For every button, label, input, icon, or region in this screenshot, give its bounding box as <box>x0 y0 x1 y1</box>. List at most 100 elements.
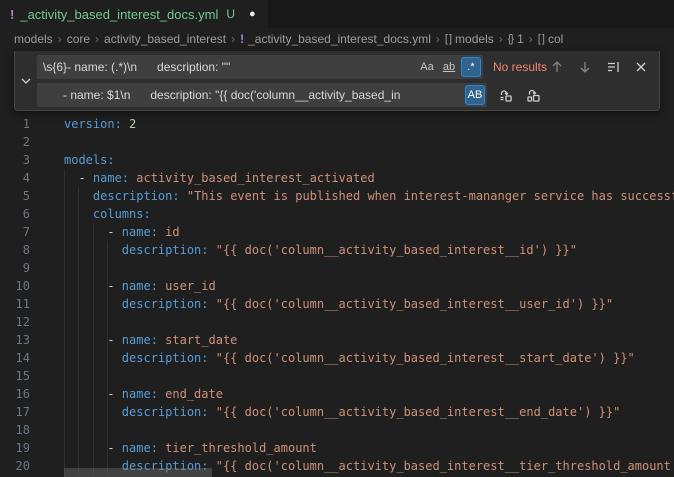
toggle-replace-button[interactable] <box>15 55 37 107</box>
object-symbol-icon: {} <box>508 33 513 45</box>
code-line[interactable]: 17 description: "{{ doc('column__activit… <box>0 403 674 421</box>
code-line[interactable]: 19 - name: tier_threshold_amount <box>0 439 674 457</box>
find-results-count: No results <box>493 60 547 74</box>
find-input[interactable]: \s{6}- name: (.*)\n description: "" Aa a… <box>37 55 483 79</box>
breadcrumb-item-symbol-models[interactable]: [ ] models <box>445 32 494 46</box>
code-line-text: - name: end_date <box>64 387 223 401</box>
line-number[interactable]: 19 <box>0 439 30 457</box>
replace-input[interactable]: - name: $1\n description: "{{ doc('colum… <box>37 83 487 107</box>
editor-code-area[interactable]: 1 version: 2 23 models: 4 - name: activity_b… <box>0 115 674 475</box>
git-untracked-badge: U <box>226 7 235 21</box>
line-number[interactable]: 18 <box>0 421 30 439</box>
breadcrumb-item-symbol-1[interactable]: {} 1 <box>508 32 524 46</box>
preserve-case-toggle[interactable]: AB <box>465 85 485 105</box>
replace-value-text: - name: $1\n description: "{{ doc('colum… <box>43 88 463 102</box>
code-line[interactable]: 6 columns: <box>0 205 674 223</box>
line-number[interactable]: 6 <box>0 205 30 223</box>
breadcrumb-label: _activity_based_interest_docs.yml <box>248 32 431 46</box>
breadcrumb-item-symbol-columns[interactable]: [ ] col <box>538 32 564 46</box>
line-number[interactable]: 14 <box>0 349 30 367</box>
line-number[interactable]: 15 <box>0 367 30 385</box>
breadcrumb-item-models[interactable]: models <box>14 32 53 46</box>
code-line[interactable]: 16 - name: end_date <box>0 385 674 403</box>
code-line[interactable]: 11 description: "{{ doc('column__activit… <box>0 295 674 313</box>
code-line[interactable]: 13 - name: start_date <box>0 331 674 349</box>
yaml-file-icon: ! <box>10 7 14 22</box>
breadcrumb-item-file[interactable]: ! _activity_based_interest_docs.yml <box>240 32 431 46</box>
code-line[interactable]: 14 description: "{{ doc('column__activit… <box>0 349 674 367</box>
find-in-selection-button[interactable] <box>603 57 623 77</box>
code-line[interactable]: 1 version: 2 <box>0 115 674 133</box>
breadcrumb-label: core <box>67 32 90 46</box>
horizontal-scrollbar-thumb[interactable] <box>64 468 212 477</box>
code-line[interactable]: 10 - name: user_id <box>0 277 674 295</box>
find-replace-widget: \s{6}- name: (.*)\n description: "" Aa a… <box>14 51 660 111</box>
breadcrumb-label: activity_based_interest <box>104 32 226 46</box>
code-line[interactable]: 18 <box>0 421 674 439</box>
code-line[interactable]: 9 <box>0 259 674 277</box>
code-line[interactable]: 3 models: <box>0 151 674 169</box>
breadcrumb-item-core[interactable]: core <box>67 32 90 46</box>
code-line[interactable]: 7 - name: id <box>0 223 674 241</box>
code-line[interactable]: 5 description: "This event is published … <box>0 187 674 205</box>
breadcrumb-separator: › <box>58 32 62 46</box>
code-line[interactable]: 15 <box>0 367 674 385</box>
array-symbol-icon: [ ] <box>538 33 544 45</box>
code-line-text: columns: <box>64 207 151 221</box>
breadcrumb-separator: › <box>499 32 503 46</box>
code-line-text: - name: activity_based_interest_activate… <box>64 171 375 185</box>
regex-toggle[interactable]: .* <box>461 57 481 77</box>
breadcrumb: models › core › activity_based_interest … <box>0 28 674 50</box>
breadcrumb-separator: › <box>436 32 440 46</box>
line-number[interactable]: 11 <box>0 295 30 313</box>
close-find-button[interactable] <box>631 57 651 77</box>
code-line-text: - name: user_id <box>64 279 216 293</box>
code-line-text: - name: id <box>64 225 180 239</box>
line-number[interactable]: 1 <box>0 115 30 133</box>
next-match-button[interactable] <box>575 57 595 77</box>
previous-match-button[interactable] <box>547 57 567 77</box>
replace-all-button[interactable] <box>523 85 543 105</box>
line-number[interactable]: 12 <box>0 313 30 331</box>
breadcrumb-label: models <box>455 32 494 46</box>
replace-icon <box>498 88 513 103</box>
replace-button[interactable] <box>495 85 515 105</box>
code-line[interactable]: 12 <box>0 313 674 331</box>
code-line-text: description: "{{ doc('column__activity_b… <box>64 405 620 419</box>
line-number[interactable]: 9 <box>0 259 30 277</box>
whole-word-toggle[interactable]: ab <box>439 57 459 77</box>
code-line-text: version: 2 <box>64 117 136 131</box>
code-line-text: - name: tier_threshold_amount <box>64 441 317 455</box>
find-in-selection-icon <box>606 60 620 74</box>
line-number[interactable]: 5 <box>0 187 30 205</box>
breadcrumb-label: models <box>14 32 53 46</box>
yaml-file-icon: ! <box>240 32 244 46</box>
code-line[interactable]: 4 - name: activity_based_interest_activa… <box>0 169 674 187</box>
arrow-up-icon <box>550 60 564 74</box>
line-number[interactable]: 7 <box>0 223 30 241</box>
code-line-text: description: "{{ doc('column__activity_b… <box>64 297 613 311</box>
line-number[interactable]: 10 <box>0 277 30 295</box>
line-number[interactable]: 2 <box>0 133 30 151</box>
code-line-text: description: "{{ doc('column__activity_b… <box>64 243 577 257</box>
breadcrumb-separator: › <box>529 32 533 46</box>
line-number[interactable]: 20 <box>0 457 30 475</box>
breadcrumb-label: 1 <box>517 32 524 46</box>
code-line[interactable]: 8 description: "{{ doc('column__activity… <box>0 241 674 259</box>
code-line[interactable]: 2 <box>0 133 674 151</box>
line-number[interactable]: 4 <box>0 169 30 187</box>
line-number[interactable]: 17 <box>0 403 30 421</box>
code-line-text: description: "{{ doc('column__activity_b… <box>64 351 635 365</box>
find-query-text: \s{6}- name: (.*)\n description: "" <box>43 60 415 74</box>
close-icon <box>634 60 648 74</box>
match-case-toggle[interactable]: Aa <box>417 57 437 77</box>
line-number[interactable]: 3 <box>0 151 30 169</box>
breadcrumb-item-activity-based-interest[interactable]: activity_based_interest <box>104 32 226 46</box>
tab-active-yml-file[interactable]: ! _activity_based_interest_docs.yml U ● <box>0 0 268 28</box>
line-number[interactable]: 8 <box>0 241 30 259</box>
line-number[interactable]: 16 <box>0 385 30 403</box>
line-number[interactable]: 13 <box>0 331 30 349</box>
modified-dot-icon[interactable]: ● <box>249 8 256 20</box>
code-line-text: models: <box>64 153 115 167</box>
code-line-text: description: "This event is published wh… <box>64 189 674 203</box>
